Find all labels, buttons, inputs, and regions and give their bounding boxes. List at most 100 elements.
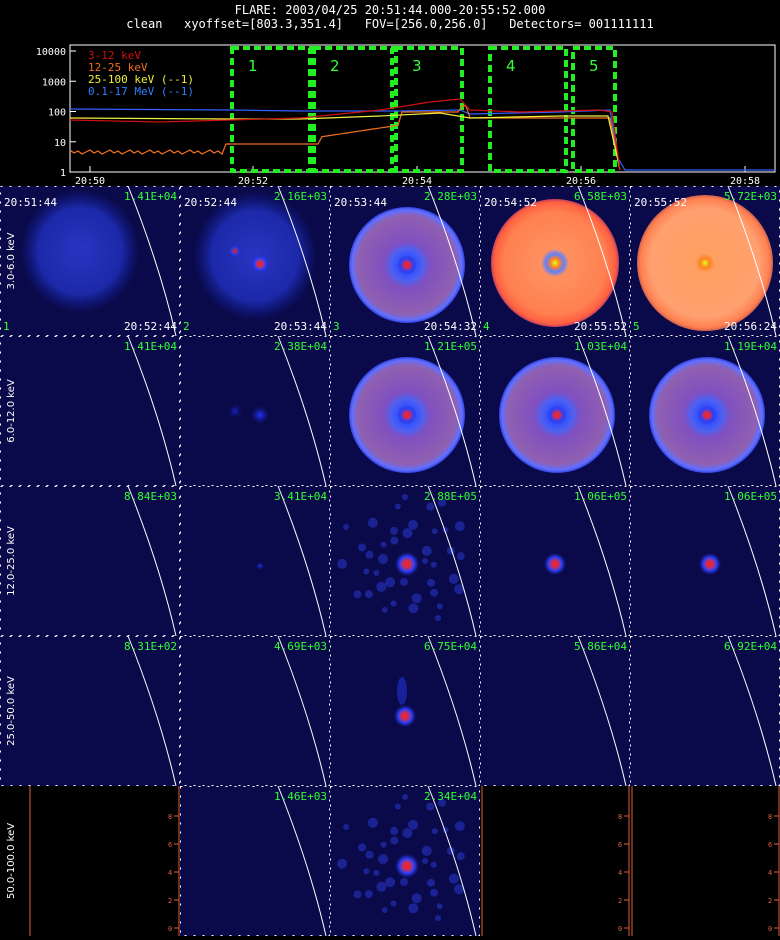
image-panel: 2.28E+03 20:53:44 20:54:32 3 <box>330 186 480 337</box>
noise-speckle <box>427 878 436 887</box>
count-label: 1.46E+03 <box>274 790 327 803</box>
noise-speckle <box>353 890 362 899</box>
interval-label: 3 <box>412 57 422 75</box>
start-time: 20:52:44 <box>184 196 237 209</box>
image-panel: 4.69E+03 <box>180 635 330 787</box>
lightcurve-plot: 10000100010010120:50 20:52 20:54 20:56 20:58… <box>36 44 776 187</box>
source-core <box>697 405 717 425</box>
empty-axis-tick-label: 2 <box>768 897 772 905</box>
image-panel: 2.34E+04 <box>330 785 480 937</box>
lightcurve-frame <box>69 44 776 173</box>
source-blob <box>193 191 317 321</box>
y-tick-label: 100 <box>48 108 66 119</box>
noise-speckle <box>363 868 370 875</box>
noise-speckle <box>411 593 422 604</box>
interval-label: 4 <box>506 57 516 75</box>
noise-speckle <box>426 502 435 511</box>
count-label: 8.31E+02 <box>124 640 177 653</box>
noise-speckle <box>367 817 378 828</box>
noise-speckle <box>373 869 380 876</box>
interval-number: 4 <box>483 320 490 333</box>
y-tick-label: 10000 <box>36 47 66 58</box>
count-label: 1.41E+04 <box>124 340 177 353</box>
interval-number: 5 <box>633 320 640 333</box>
noise-speckle <box>421 845 432 856</box>
y-tick-label: 1 <box>60 168 66 179</box>
image-panel: 8.31E+02 <box>0 635 180 787</box>
count-label: 5.86E+04 <box>574 640 627 653</box>
count-label: 1.19E+04 <box>724 340 777 353</box>
source-core <box>397 255 417 275</box>
noise-speckle <box>402 494 408 500</box>
noise-speckle <box>381 606 388 613</box>
image-panel: 8.84E+03 <box>0 485 180 637</box>
source-core <box>394 705 416 727</box>
image-panel: 3.41E+04 <box>180 485 330 637</box>
noise-speckle <box>394 503 401 510</box>
noise-speckle <box>448 873 459 884</box>
noise-speckle <box>421 545 432 556</box>
end-time: 20:52:44 <box>124 320 177 333</box>
noise-speckle <box>378 854 389 865</box>
noise-speckle <box>426 802 435 811</box>
count-label: 1.21E+05 <box>424 340 477 353</box>
noise-speckle <box>430 561 437 568</box>
image-panel: 2.16E+03 20:52:44 20:53:44 2 <box>180 186 330 337</box>
noise-speckle <box>402 828 413 839</box>
noise-speckle <box>376 581 387 592</box>
panel-bg <box>480 636 630 786</box>
end-time: 20:56:24 <box>724 320 777 333</box>
noise-speckle <box>358 843 367 852</box>
noise-speckle <box>380 541 387 548</box>
empty-axis-tick-label: 8 <box>168 813 172 821</box>
empty-axis-tick-label: 2 <box>618 897 622 905</box>
noise-speckle <box>381 906 388 913</box>
image-panel: 6.58E+03 20:54:52 20:55:52 4 <box>480 186 630 337</box>
noise-speckle <box>431 528 438 535</box>
panel-bg <box>180 486 330 636</box>
interval-number: 3 <box>333 320 340 333</box>
noise-speckle <box>408 603 419 614</box>
noise-speckle <box>430 888 439 897</box>
noise-speckle <box>363 568 370 575</box>
noise-speckle <box>400 577 409 586</box>
noise-speckle <box>430 861 437 868</box>
empty-axis-tick-label: 4 <box>768 869 772 877</box>
end-time: 20:54:32 <box>424 320 477 333</box>
image-grid: 1.41E+04 20:51:44 20:52:44 1 2.16E+03 20:52:4… <box>0 186 780 937</box>
count-label: 1.41E+04 <box>124 190 177 203</box>
source-core <box>251 406 269 424</box>
noise-speckle <box>364 890 373 899</box>
end-time: 20:55:52 <box>574 320 627 333</box>
empty-axis-tick-label: 8 <box>768 813 772 821</box>
noise-speckle <box>400 877 409 886</box>
end-time: 20:53:44 <box>274 320 327 333</box>
noise-speckle <box>367 517 378 528</box>
noise-speckle <box>431 828 438 835</box>
noise-speckle <box>385 877 396 888</box>
image-panel: 1.03E+04 <box>480 335 630 487</box>
count-label: 2.88E+05 <box>424 490 477 503</box>
empty-panel-bg <box>630 786 780 936</box>
noise-speckle <box>394 803 401 810</box>
noise-speckle <box>376 881 387 892</box>
noise-speckle <box>408 519 419 530</box>
count-label: 8.84E+03 <box>124 490 177 503</box>
source-core <box>251 255 269 273</box>
noise-speckle <box>411 893 422 904</box>
count-label: 5.72E+03 <box>724 190 777 203</box>
image-panel: 0 2 4 6 8 <box>0 786 180 936</box>
empty-panel-bg <box>0 786 180 936</box>
energy-row-label: 6.0-12.0 keV <box>6 379 17 443</box>
noise-speckle <box>436 903 443 910</box>
start-time: 20:51:44 <box>4 196 57 209</box>
panel-bg <box>0 336 180 486</box>
interval-number: 2 <box>183 320 190 333</box>
noise-speckle <box>436 603 443 610</box>
panel-bg <box>0 486 180 636</box>
empty-axis-tick-label: 6 <box>168 841 172 849</box>
noise-speckle <box>427 578 436 587</box>
energy-row-label: 12.0-25.0 keV <box>6 526 17 596</box>
energy-row-label: 3.0-6.0 keV <box>6 232 17 289</box>
empty-axis-tick-label: 4 <box>618 869 622 877</box>
